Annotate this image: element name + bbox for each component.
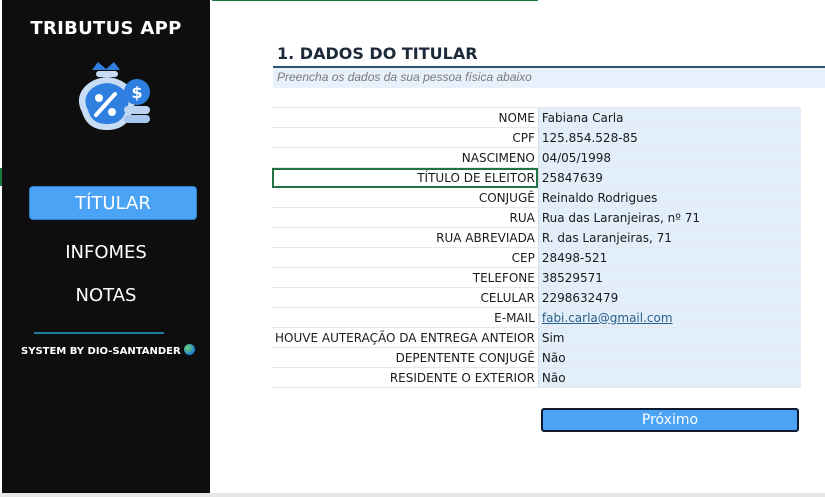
app-title: TRIBUTUS APP	[30, 18, 182, 39]
field-value-rua[interactable]: Rua das Laranjeiras, nº 71	[537, 207, 802, 228]
field-value-nome[interactable]: Fabiana Carla	[537, 107, 802, 128]
selection-indicator-line	[212, 0, 538, 1]
money-bag-icon: $	[78, 62, 150, 130]
field-label[interactable]: CELULAR	[272, 287, 539, 308]
credits-footer: SYSTEM BY DIO-SANTANDER	[21, 344, 195, 357]
form-row-nome: NOME Fabiana Carla	[272, 107, 802, 128]
form-row-telefone: TELEFONE 38529571	[272, 267, 802, 288]
field-value-cep[interactable]: 28498-521	[537, 247, 802, 268]
svg-text:$: $	[131, 83, 142, 102]
form-row-celular: CELULAR 2298632479	[272, 287, 802, 308]
field-value-telefone[interactable]: 38529571	[537, 267, 802, 288]
field-label[interactable]: CONJUGÊ	[272, 187, 539, 208]
field-label[interactable]: CPF	[272, 127, 539, 148]
section-title: 1. DADOS DO TITULAR	[277, 44, 478, 63]
field-value-conjuge[interactable]: Reinaldo Rodrigues	[537, 187, 802, 208]
nav-item-titular[interactable]: TÍTULAR	[29, 186, 197, 220]
nav-item-infomes[interactable]: INFOMES	[2, 242, 210, 263]
form-row-cpf: CPF 125.854.528-85	[272, 127, 802, 148]
form-row-conjuge: CONJUGÊ Reinaldo Rodrigues	[272, 187, 802, 208]
field-label[interactable]: DEPENTENTE CONJUGÊ	[272, 347, 539, 368]
form-row-residente-exterior: RESIDENTE O EXTERIOR Não	[272, 367, 802, 388]
form-row-titulo-eleitor: TÍTULO DE ELEITOR 25847639	[272, 167, 802, 188]
form-row-dependente-conjuge: DEPENTENTE CONJUGÊ Não	[272, 347, 802, 368]
email-link[interactable]: fabi.carla@gmail.com	[542, 311, 673, 325]
field-label[interactable]: RESIDENTE O EXTERIOR	[272, 367, 539, 388]
field-value-residente-exterior[interactable]: Não	[537, 367, 802, 388]
credits-text: SYSTEM BY DIO-SANTANDER	[21, 346, 181, 357]
field-label-selected-cell[interactable]: TÍTULO DE ELEITOR	[272, 167, 539, 188]
field-label[interactable]: RUA ABREVIADA	[272, 227, 539, 248]
form-row-alteracao-entrega: HOUVE AUTERAÇÃO DA ENTREGA ANTEIOR Sim	[272, 327, 802, 348]
sidebar-divider	[34, 332, 164, 334]
form-row-nascimento: NASCIMENO 04/05/1998	[272, 147, 802, 168]
bottom-scroll-area	[0, 493, 825, 497]
section-subtitle: Preencha os dados da sua pessoa física a…	[273, 68, 825, 88]
form-row-rua: RUA Rua das Laranjeiras, nº 71	[272, 207, 802, 228]
next-button[interactable]: Próximo	[541, 408, 799, 432]
nav-item-notas[interactable]: NOTAS	[2, 285, 210, 306]
field-value-dependente-conjuge[interactable]: Não	[537, 347, 802, 368]
field-value-email-cell[interactable]: fabi.carla@gmail.com	[537, 307, 802, 328]
field-value-celular[interactable]: 2298632479	[537, 287, 802, 308]
form-row-rua-abreviada: RUA ABREVIADA R. das Laranjeiras, 71	[272, 227, 802, 248]
field-label[interactable]: TELEFONE	[272, 267, 539, 288]
field-label[interactable]: CEP	[272, 247, 539, 268]
field-label[interactable]: E-MAIL	[272, 307, 539, 328]
field-value-nascimento[interactable]: 04/05/1998	[537, 147, 802, 168]
titular-form: NOME Fabiana Carla CPF 125.854.528-85 NA…	[272, 107, 802, 388]
field-label[interactable]: RUA	[272, 207, 539, 228]
globe-icon	[183, 344, 195, 355]
field-value-cpf[interactable]: 125.854.528-85	[537, 127, 802, 148]
field-label[interactable]: HOUVE AUTERAÇÃO DA ENTREGA ANTEIOR	[272, 327, 539, 348]
field-value-titulo-eleitor[interactable]: 25847639	[537, 167, 802, 188]
sidebar: TRIBUTUS APP $ TÍTULAR INFOMES NOTAS SYS…	[2, 0, 210, 493]
field-label[interactable]: NASCIMENO	[272, 147, 539, 168]
field-label[interactable]: NOME	[272, 107, 539, 128]
field-value-rua-abreviada[interactable]: R. das Laranjeiras, 71	[537, 227, 802, 248]
field-value-alteracao-entrega[interactable]: Sim	[537, 327, 802, 348]
form-row-email: E-MAIL fabi.carla@gmail.com	[272, 307, 802, 328]
form-row-cep: CEP 28498-521	[272, 247, 802, 268]
